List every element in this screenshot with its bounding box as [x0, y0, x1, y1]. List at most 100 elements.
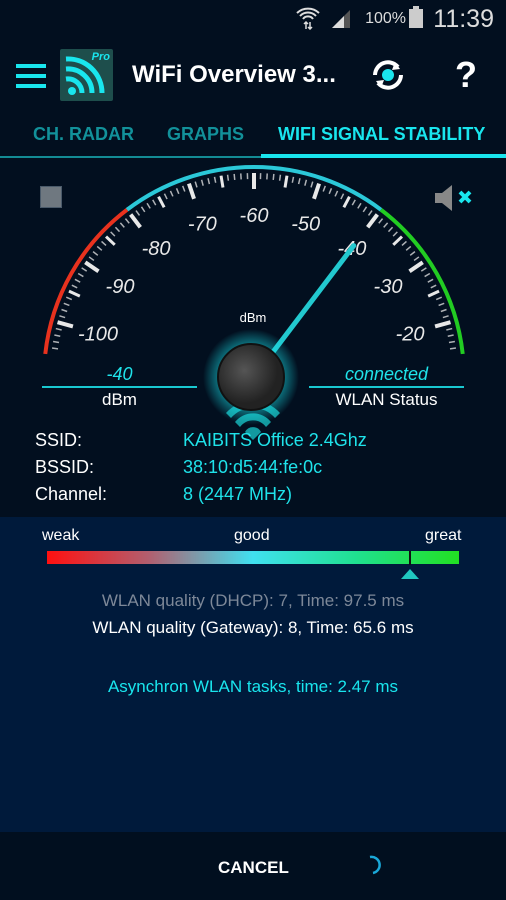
gauge-tick — [187, 183, 196, 200]
gauge-tick — [55, 327, 62, 331]
wlan-status-value: connected — [309, 364, 464, 388]
gauge-tick — [405, 245, 412, 251]
gauge-tick — [367, 210, 373, 216]
gauge-tick — [297, 178, 301, 185]
gauge-tick — [119, 222, 125, 228]
gauge-tick — [427, 289, 440, 298]
battery-percent: 100% — [365, 10, 406, 27]
async-tasks-text: Asynchron WLAN tasks, time: 2.47 ms — [107, 677, 399, 696]
gauge-tick — [383, 222, 389, 228]
signal-value: -40 — [42, 364, 197, 388]
gauge-tick — [310, 181, 314, 188]
gauge-tick — [200, 179, 204, 186]
gauge-tick-label: -90 — [106, 276, 135, 298]
weak-label: weak — [42, 527, 80, 544]
quality-marker — [408, 551, 411, 565]
gauge-tick — [135, 210, 141, 216]
signal-readout: -40 dBm — [42, 364, 197, 410]
wifi-icon — [296, 7, 320, 30]
gauge-tick — [322, 185, 327, 192]
gauge-tick — [56, 320, 74, 329]
gauge-tick — [65, 296, 73, 301]
bssid-label: BSSID: — [35, 457, 95, 477]
bssid-row: BSSID: 38:10:d5:44:fe:0c — [35, 457, 367, 484]
gauge-tick — [424, 272, 431, 278]
refresh-icon[interactable] — [369, 56, 407, 94]
gauge-tick — [362, 206, 368, 213]
gauge-tick — [207, 178, 211, 185]
channel-row: Channel: 8 (2447 MHz) — [35, 484, 367, 511]
gauge-tick — [446, 327, 453, 331]
gauge-tick — [54, 334, 61, 337]
gauge-tick — [226, 174, 230, 181]
loading-spinner-icon — [369, 855, 381, 875]
network-info: SSID: KAIBITS Office 2.4Ghz BSSID: 38:10:d… — [35, 430, 367, 511]
gauge-tick — [312, 183, 321, 200]
gauge-tick — [61, 308, 68, 313]
gauge-tick — [272, 173, 275, 181]
gauge-tick — [63, 302, 70, 307]
gauge-tick — [146, 202, 151, 209]
gauge-unit-label: dBm — [240, 310, 267, 325]
bottom-bar: CANCEL — [0, 832, 506, 900]
gauge-tick — [77, 272, 84, 278]
channel-label: Channel: — [35, 484, 108, 504]
ssid-row: SSID: KAIBITS Office 2.4Ghz — [35, 430, 367, 457]
gauge-tick — [342, 196, 351, 209]
gauge-tick — [110, 231, 116, 237]
gauge-tick — [334, 190, 339, 197]
app-logo: Pro — [60, 49, 113, 101]
gauge-tick — [291, 176, 295, 183]
quality-panel: weak good great WLAN quality (DHCP): 7, … — [0, 517, 506, 832]
gauge-tick — [440, 308, 447, 313]
gauge-tick — [357, 202, 362, 209]
quality-pointer-icon — [400, 569, 419, 579]
gauge-tick — [392, 231, 398, 237]
gauge-tick — [219, 175, 225, 188]
gauge-tick-label: -70 — [188, 213, 217, 235]
gauge-tick — [447, 334, 454, 337]
gauge-tick — [420, 267, 427, 272]
gauge-tick-label: -60 — [240, 205, 269, 227]
app-title: WiFi Overview 3... — [132, 61, 336, 88]
signal-icon — [332, 10, 350, 28]
gauge-tick-label: -20 — [396, 323, 425, 345]
bssid-value: 38:10:d5:44:fe:0c — [183, 457, 323, 477]
gauge-tick — [409, 251, 416, 256]
gauge-tick — [351, 199, 356, 206]
gauge-needle — [269, 243, 357, 356]
gauge-tick — [434, 320, 452, 329]
gauge-tick — [152, 199, 157, 206]
gauge-tick — [448, 340, 456, 344]
gauge-tick — [71, 284, 78, 289]
gauge-tick-label: -100 — [78, 323, 118, 345]
help-icon[interactable]: ? — [455, 54, 477, 96]
gateway-quality-text: WLAN quality (Gateway): 8, Time: 65.6 ms — [92, 618, 414, 637]
gauge-tick — [366, 213, 379, 229]
gauge-tick — [387, 226, 394, 233]
signal-unit-label: dBm — [102, 390, 137, 409]
gauge-tick — [442, 315, 449, 319]
gauge-tick — [129, 213, 142, 229]
gauge-tick — [328, 187, 333, 195]
channel-value: 8 (2447 MHz) — [183, 484, 293, 504]
gauge-tick — [114, 226, 121, 233]
ssid-value: KAIBITS Office 2.4Ghz — [183, 430, 367, 450]
gauge-tick — [51, 347, 59, 350]
battery-icon — [409, 6, 423, 28]
gauge-tick — [96, 245, 103, 251]
cancel-button[interactable]: CANCEL — [218, 858, 289, 878]
good-label: good — [234, 527, 270, 544]
pro-badge: Pro — [91, 51, 110, 63]
tab-wifi-signal-stability[interactable]: WIFI SIGNAL STABILITY — [278, 124, 485, 145]
menu-icon[interactable] — [16, 64, 46, 88]
tab-ch-radar[interactable]: CH. RADAR — [33, 124, 134, 145]
gauge-tick — [401, 240, 407, 246]
gauge-tick — [283, 175, 289, 188]
tab-graphs[interactable]: GRAPHS — [167, 124, 244, 145]
dhcp-quality-text: WLAN quality (DHCP): 7, Time: 97.5 ms — [101, 591, 405, 610]
gauge-tick — [157, 196, 166, 209]
gauge-tick-label: -50 — [291, 213, 320, 235]
gauge-tick — [175, 187, 180, 195]
gauge-tick — [430, 284, 437, 289]
